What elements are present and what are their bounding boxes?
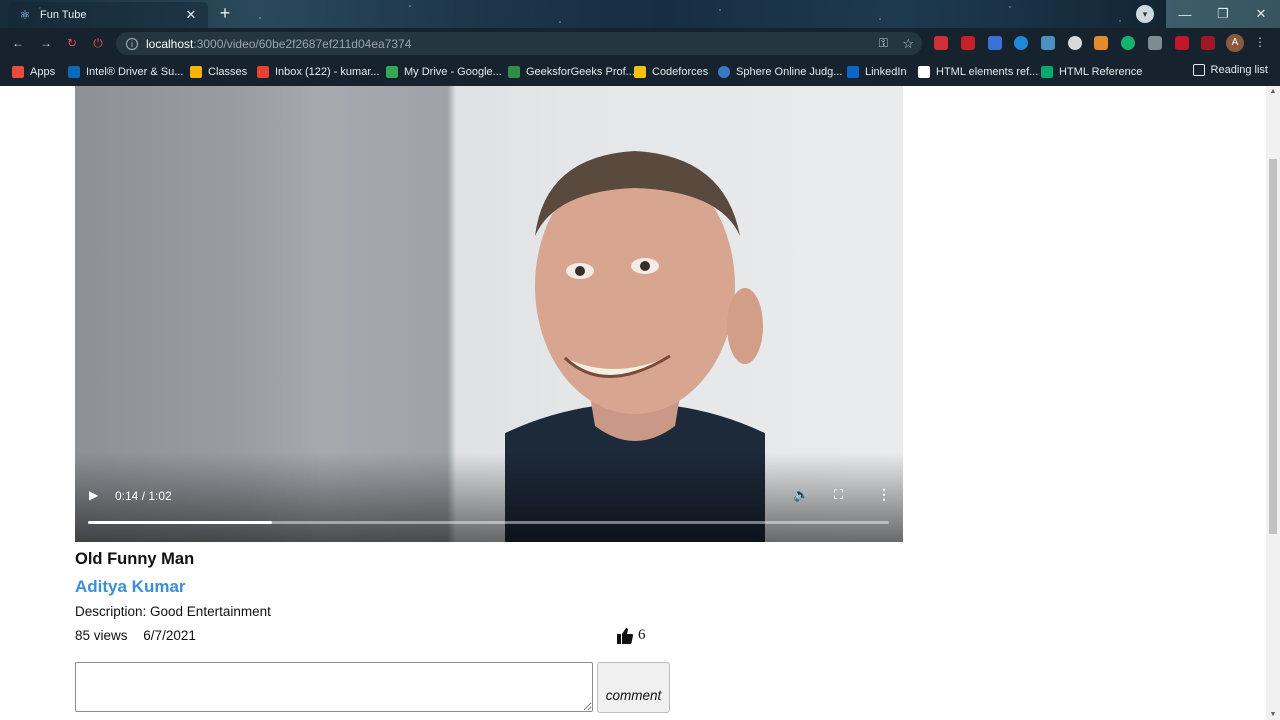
bookmarks-bar: Apps Intel® Driver & Su... Classes Inbox… bbox=[0, 58, 1280, 86]
metamask-extension-icon[interactable] bbox=[1094, 36, 1108, 50]
page-scrollbar[interactable]: ▲ ▼ bbox=[1266, 86, 1280, 720]
extension-icon[interactable] bbox=[1148, 36, 1162, 50]
react-favicon-icon: ⚛ bbox=[19, 8, 31, 22]
bookmark-spoj[interactable]: Sphere Online Judg... bbox=[718, 64, 842, 80]
minimize-button[interactable]: — bbox=[1166, 0, 1204, 28]
thumbs-up-icon bbox=[617, 627, 633, 644]
site-info-icon[interactable]: i bbox=[126, 37, 138, 50]
volume-icon[interactable]: 🔊 bbox=[793, 487, 809, 503]
translate-extension-icon[interactable] bbox=[988, 36, 1002, 50]
video-player[interactable]: ▶ 0:14 / 1:02 🔊 ⛶ ⋮ bbox=[75, 86, 903, 542]
scroll-up-icon[interactable]: ▲ bbox=[1269, 88, 1277, 95]
home-icon[interactable]: ⏻ bbox=[90, 35, 106, 51]
bookmark-label: Apps bbox=[30, 66, 56, 78]
bookmark-label: Classes bbox=[208, 66, 248, 78]
pdf-extension-icon[interactable] bbox=[961, 36, 975, 50]
more-options-icon[interactable]: ⋮ bbox=[877, 486, 891, 503]
gmail-icon bbox=[257, 66, 269, 78]
url-path: :3000/video/60be2f2687ef211d04ea7374 bbox=[193, 36, 412, 51]
bookmark-label: HTML elements ref... bbox=[936, 66, 1039, 78]
intel-icon bbox=[68, 66, 80, 78]
bookmark-linkedin[interactable]: LinkedIn bbox=[847, 64, 907, 80]
bookmark-html-elements[interactable]: HTML elements ref... bbox=[918, 64, 1038, 80]
reload-icon[interactable]: ↻ bbox=[64, 35, 80, 51]
close-window-button[interactable]: ✕ bbox=[1242, 0, 1280, 28]
bookmark-codeforces[interactable]: Codeforces bbox=[634, 64, 708, 80]
bookmark-classes[interactable]: Classes bbox=[190, 64, 247, 80]
address-bar[interactable]: i localhost:3000/video/60be2f2687ef211d0… bbox=[116, 32, 922, 55]
extension-icon[interactable] bbox=[1068, 36, 1082, 50]
bookmark-label: HTML Reference bbox=[1059, 66, 1143, 78]
bookmark-html-reference[interactable]: HTML Reference bbox=[1041, 64, 1142, 80]
browser-tab[interactable]: ⚛ Fun Tube ✕ bbox=[8, 2, 208, 28]
bookmark-label: Inbox (122) - kumar... bbox=[275, 66, 380, 78]
video-controls: ▶ 0:14 / 1:02 🔊 ⛶ ⋮ bbox=[75, 472, 903, 542]
bookmark-gmail[interactable]: Inbox (122) - kumar... bbox=[257, 64, 380, 80]
bookmark-gfg[interactable]: GeeksforGeeks Prof... bbox=[508, 64, 635, 80]
scroll-down-icon[interactable]: ▼ bbox=[1269, 711, 1277, 718]
video-description: Description: Good Entertainment bbox=[75, 604, 271, 619]
mdn-icon bbox=[918, 66, 930, 78]
grammarly-extension-icon[interactable] bbox=[1121, 36, 1135, 50]
browser-titlebar: ⚛ Fun Tube ✕ + ▾ — ❐ ✕ bbox=[0, 0, 1280, 28]
like-count: 6 bbox=[638, 627, 646, 643]
comment-input[interactable] bbox=[75, 662, 593, 712]
drive-icon bbox=[386, 66, 398, 78]
new-tab-button[interactable]: + bbox=[216, 4, 234, 23]
bookmark-label: My Drive - Google... bbox=[404, 66, 502, 78]
video-time: 0:14 / 1:02 bbox=[115, 489, 172, 503]
profile-avatar[interactable]: A bbox=[1226, 34, 1244, 52]
tab-search-icon[interactable]: ▾ bbox=[1136, 5, 1154, 23]
reading-list-label: Reading list bbox=[1210, 64, 1268, 76]
video-title: Old Funny Man bbox=[75, 550, 195, 568]
browser-menu-icon[interactable]: ⋮ bbox=[1254, 35, 1266, 49]
url-host: localhost bbox=[146, 36, 194, 51]
bookmark-star-icon[interactable]: ☆ bbox=[902, 36, 914, 52]
w3schools-icon bbox=[1041, 66, 1053, 78]
linkedin-icon bbox=[847, 66, 859, 78]
password-key-icon[interactable]: ⚿ bbox=[879, 36, 888, 51]
extension-icon[interactable] bbox=[1041, 36, 1055, 50]
video-meta: 85 views 6/7/2021 bbox=[75, 628, 196, 643]
gfg-icon bbox=[508, 66, 520, 78]
bookmark-apps[interactable]: Apps bbox=[12, 64, 55, 80]
tab-title: Fun Tube bbox=[40, 9, 87, 21]
codeforces-icon bbox=[634, 66, 646, 78]
bookmark-drive[interactable]: My Drive - Google... bbox=[386, 64, 502, 80]
seek-progress bbox=[88, 521, 273, 524]
spoj-icon bbox=[718, 66, 730, 78]
pocket-extension-icon[interactable] bbox=[934, 36, 948, 50]
video-author-link[interactable]: Aditya Kumar bbox=[75, 577, 186, 597]
bookmark-label: LinkedIn bbox=[865, 66, 907, 78]
fullscreen-icon[interactable]: ⛶ bbox=[834, 487, 843, 503]
comment-button[interactable]: comment bbox=[597, 662, 670, 713]
tab-close-icon[interactable]: ✕ bbox=[184, 7, 198, 23]
play-icon[interactable]: ▶ bbox=[89, 488, 103, 502]
hp-extension-icon[interactable] bbox=[1014, 36, 1028, 50]
page-content: ▶ 0:14 / 1:02 🔊 ⛶ ⋮ Old Funny Man Aditya… bbox=[0, 86, 1266, 720]
window-controls: ▾ — ❐ ✕ bbox=[1136, 0, 1280, 28]
classroom-icon bbox=[190, 66, 202, 78]
upload-date: 6/7/2021 bbox=[143, 628, 196, 643]
reading-list-button[interactable]: Reading list bbox=[1192, 64, 1268, 76]
bookmark-label: Intel® Driver & Su... bbox=[86, 66, 184, 78]
seek-bar[interactable] bbox=[88, 521, 889, 524]
forward-icon[interactable]: → bbox=[38, 35, 54, 51]
extension-icon[interactable] bbox=[1201, 36, 1215, 50]
view-count: 85 views bbox=[75, 628, 128, 643]
extension-icon[interactable] bbox=[1175, 36, 1189, 50]
browser-toolbar: ← → ↻ ⏻ i localhost:3000/video/60be2f268… bbox=[0, 28, 1280, 58]
bookmark-label: Sphere Online Judg... bbox=[736, 66, 843, 78]
restore-button[interactable]: ❐ bbox=[1204, 0, 1242, 28]
like-button[interactable]: 6 bbox=[617, 627, 646, 644]
bookmark-intel[interactable]: Intel® Driver & Su... bbox=[68, 64, 183, 80]
bookmark-label: Codeforces bbox=[652, 66, 709, 78]
reading-list-icon bbox=[1192, 64, 1205, 76]
apps-grid-icon bbox=[12, 66, 24, 78]
bookmark-label: GeeksforGeeks Prof... bbox=[526, 66, 635, 78]
scroll-thumb[interactable] bbox=[1269, 159, 1277, 534]
back-icon[interactable]: ← bbox=[10, 35, 26, 51]
